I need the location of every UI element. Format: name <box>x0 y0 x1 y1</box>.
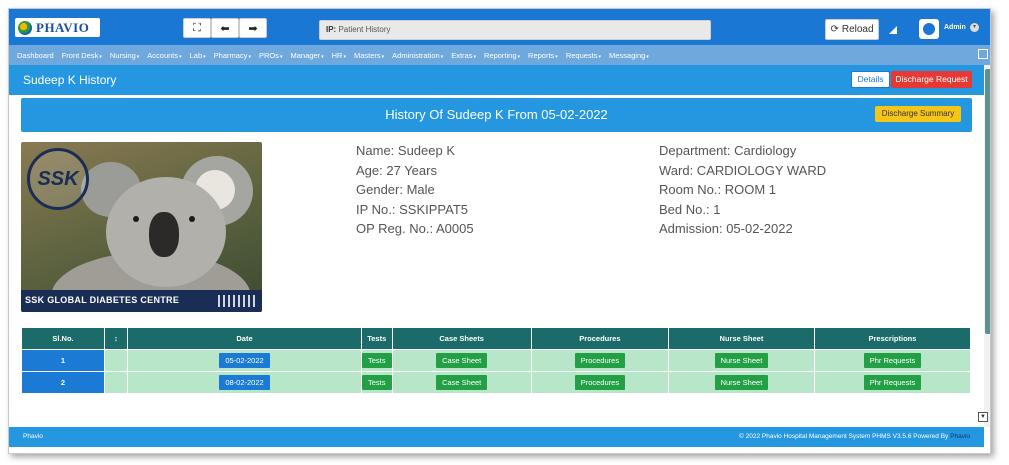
col-case-sheets: Case Sheets <box>391 327 532 350</box>
date-button[interactable]: 08-02-2022 <box>219 375 270 390</box>
case-sheet-button[interactable]: Case Sheet <box>436 353 488 368</box>
table-header-row: Sl.No. ↕ Date Tests Case Sheets Procedur… <box>21 327 972 350</box>
date-button[interactable]: 05-02-2022 <box>219 353 270 368</box>
photo-caption-text: SSK GLOBAL DIABETES CENTRE <box>25 295 180 305</box>
top-bar: PHAVIO ⛶ ⬅ ➡ IP: Patient History ⟳ Reloa… <box>9 9 990 45</box>
details-button[interactable]: Details <box>851 71 890 88</box>
app-window: PHAVIO ⛶ ⬅ ➡ IP: Patient History ⟳ Reloa… <box>8 8 991 454</box>
patient-photo: SSK SSK GLOBAL DIABETES CENTRE <box>21 142 262 312</box>
patient-department: Department: Cardiology <box>659 143 797 158</box>
patient-admission: Admission: 05-02-2022 <box>659 221 793 236</box>
expand-icon: ⛶ <box>193 21 201 34</box>
menu-item-masters[interactable]: Masters▾ <box>354 51 384 60</box>
arrow-left-icon: ⬅ <box>220 22 230 35</box>
footer: Phavio © 2022 Phavio Hospital Management… <box>9 427 984 447</box>
patient-search-input[interactable]: IP: Patient History <box>319 20 711 40</box>
menu-item-lab[interactable]: Lab▾ <box>190 51 206 60</box>
col-sort[interactable]: ↕ <box>104 327 128 350</box>
row-sl-no: 1 <box>21 349 105 372</box>
menu-item-messaging[interactable]: Messaging▾ <box>609 51 649 60</box>
row-sl-no: 2 <box>21 371 105 394</box>
patient-info-left: Name: Sudeep K Age: 27 Years Gender: Mal… <box>356 141 474 239</box>
menu-item-pros[interactable]: PROs▾ <box>259 51 283 60</box>
menu-item-extras[interactable]: Extras▾ <box>451 51 476 60</box>
patient-name: Name: Sudeep K <box>356 143 456 158</box>
page-header: Sudeep K History Details Discharge Reque… <box>9 65 984 95</box>
refresh-icon: ⟳ <box>830 24 839 35</box>
page-title: Sudeep K History <box>23 73 117 87</box>
menu-item-manager[interactable]: Manager▾ <box>290 51 323 60</box>
user-avatar[interactable] <box>919 19 939 39</box>
discharge-summary-button[interactable]: Discharge Summary <box>875 106 961 122</box>
table-row: 2 08-02-2022 Tests Case Sheet Procedures… <box>21 371 972 394</box>
copyright-text: © 2022 Phavio Hospital Management System… <box>739 433 949 440</box>
history-banner: History Of Sudeep K From 05-02-2022 Disc… <box>21 98 972 132</box>
back-button[interactable]: ⬅ <box>211 18 239 38</box>
menu-item-hr[interactable]: HR▾ <box>332 51 346 60</box>
col-procedures: Procedures <box>530 327 669 350</box>
menu-item-accounts[interactable]: Accounts▾ <box>147 51 181 60</box>
patient-ip-no: IP No.: SSKIPPAT5 <box>356 201 468 217</box>
fullscreen-button[interactable]: ⛶ <box>183 18 211 38</box>
patient-info-right: Department: Cardiology Ward: CARDIOLOGY … <box>659 141 826 239</box>
user-icon <box>923 23 935 35</box>
patient-op-reg-no: OP Reg. No.: A0005 <box>356 221 474 236</box>
sort-icon: ↕ <box>114 334 118 343</box>
reload-button[interactable]: ⟳ Reload <box>825 19 879 40</box>
history-table: Sl.No. ↕ Date Tests Case Sheets Procedur… <box>21 327 972 394</box>
menu-item-administration[interactable]: Administration▾ <box>392 51 443 60</box>
patient-ward: Ward: CARDIOLOGY WARD <box>659 162 827 178</box>
nurse-sheet-button[interactable]: Nurse Sheet <box>714 375 769 390</box>
patient-gender: Gender: Male <box>356 182 435 197</box>
col-date: Date <box>127 327 362 350</box>
forward-button[interactable]: ➡ <box>239 18 267 38</box>
ssk-logo-seal: SSK <box>27 148 89 210</box>
app-logo[interactable]: PHAVIO <box>15 18 100 37</box>
footer-copyright: © 2022 Phavio Hospital Management System… <box>739 433 970 440</box>
col-tests: Tests <box>361 327 393 350</box>
search-label: IP: <box>326 25 337 34</box>
phr-requests-button[interactable]: Phr Requests <box>863 353 922 368</box>
arrow-right-icon: ➡ <box>248 22 258 35</box>
discharge-request-button[interactable]: Discharge Request <box>891 71 972 88</box>
caption-decoration <box>218 295 258 307</box>
photo-caption: SSK GLOBAL DIABETES CENTRE <box>21 290 262 312</box>
case-sheet-button[interactable]: Case Sheet <box>436 375 488 390</box>
seal-text: SSK <box>37 167 79 190</box>
phr-requests-button[interactable]: Phr Requests <box>863 375 922 390</box>
signal-icon <box>889 26 897 34</box>
logo-icon <box>18 20 32 35</box>
menu-item-dashboard[interactable]: Dashboard <box>17 51 54 60</box>
scrollbar-thumb[interactable] <box>985 69 990 334</box>
menu-item-nursing[interactable]: Nursing▾ <box>110 51 139 60</box>
menu-item-reports[interactable]: Reports▾ <box>528 51 558 60</box>
patient-room: Room No.: ROOM 1 <box>659 182 777 197</box>
menu-item-pharmacy[interactable]: Pharmacy▾ <box>214 51 251 60</box>
table-row: 1 05-02-2022 Tests Case Sheet Procedures… <box>21 349 972 372</box>
menu-item-requests[interactable]: Requests▾ <box>566 51 601 60</box>
procedures-button[interactable]: Procedures <box>574 353 626 368</box>
main-menu: Dashboard Front Desk▾ Nursing▾ Accounts▾… <box>9 45 990 65</box>
search-placeholder: Patient History <box>338 25 391 34</box>
col-sl-no: Sl.No. <box>21 327 105 350</box>
tests-button[interactable]: Tests <box>362 353 392 368</box>
footer-brand: Phavio <box>23 433 43 440</box>
powered-by-link[interactable]: Phavio <box>950 433 970 440</box>
menu-toggle-icon[interactable] <box>978 49 988 59</box>
menu-item-reporting[interactable]: Reporting▾ <box>484 51 520 60</box>
tests-button[interactable]: Tests <box>362 375 392 390</box>
reload-label: Reload <box>841 24 874 35</box>
patient-age: Age: 27 Years <box>356 162 437 178</box>
history-title: History Of Sudeep K From 05-02-2022 <box>385 107 608 122</box>
procedures-button[interactable]: Procedures <box>574 375 626 390</box>
col-prescriptions: Prescriptions <box>813 327 972 350</box>
col-nurse-sheet: Nurse Sheet <box>667 327 815 350</box>
user-name[interactable]: Admin <box>944 24 966 31</box>
patient-bed: Bed No.: 1 <box>659 201 721 217</box>
menu-item-front-desk[interactable]: Front Desk▾ <box>62 51 102 60</box>
scroll-down-icon[interactable]: ▼ <box>978 412 988 422</box>
chevron-down-icon[interactable]: ▾ <box>970 23 979 32</box>
logo-text: PHAVIO <box>36 19 90 35</box>
nurse-sheet-button[interactable]: Nurse Sheet <box>714 353 769 368</box>
